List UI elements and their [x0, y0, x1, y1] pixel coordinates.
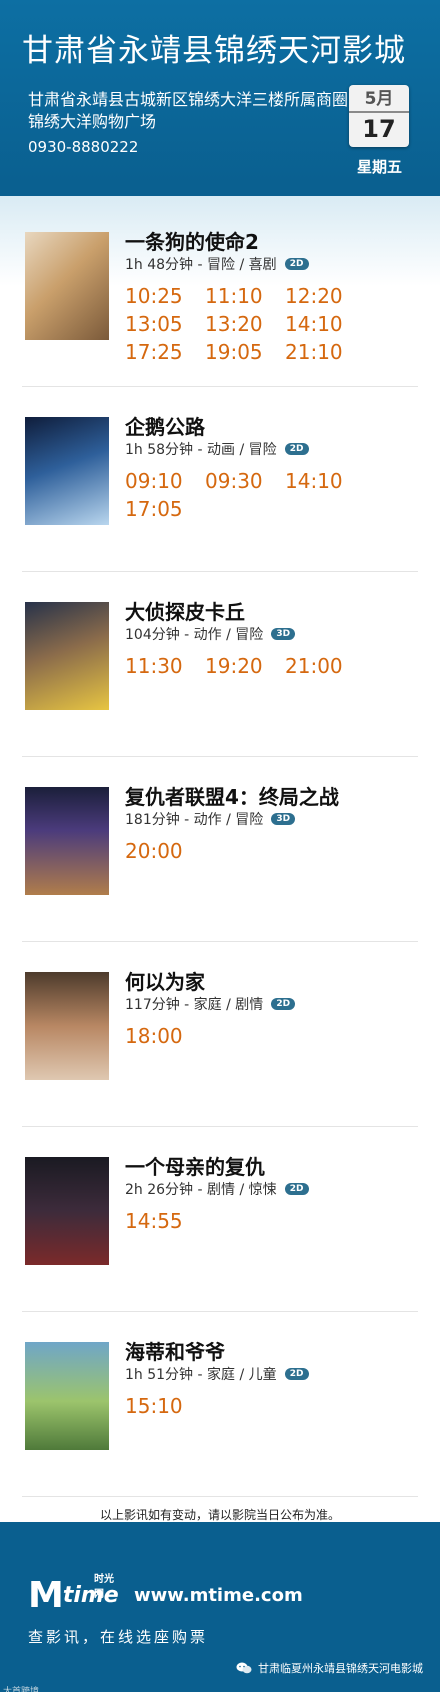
format-badge: 2D — [284, 443, 309, 455]
showtime[interactable]: 11:30 — [125, 652, 205, 680]
date-weekday: 星期五 — [357, 158, 403, 176]
movie-meta-text: 104分钟 - 动作 / 冒险 — [125, 627, 264, 643]
logo-m: M — [28, 1574, 64, 1616]
showtime[interactable]: 09:10 — [125, 467, 205, 495]
movie-meta: 117分钟 - 家庭 / 剧情 2D — [125, 994, 296, 1014]
format-badge: 2D — [284, 258, 309, 270]
format-badge: 2D — [284, 1368, 309, 1380]
showtimes: 10:25 11:10 12:20 13:05 13:20 14:10 17:25 19:05… — [125, 282, 425, 366]
showtime[interactable]: 18:00 — [125, 1022, 205, 1050]
movie-poster[interactable] — [25, 1157, 109, 1265]
movie-item[interactable]: 大侦探皮卡丘 104分钟 - 动作 / 冒险 3D 11:30 19:20 21:00 — [22, 572, 418, 757]
corner-watermark: 大首跨境 — [3, 1687, 40, 1692]
movie-title[interactable]: 大侦探皮卡丘 — [125, 596, 245, 625]
showtimes: 20:00 — [125, 837, 425, 865]
movie-poster[interactable] — [25, 417, 109, 525]
movie-meta-text: 1h 51分钟 - 家庭 / 儿童 — [125, 1367, 277, 1383]
movie-meta-text: 117分钟 - 家庭 / 剧情 — [125, 997, 264, 1013]
showtime[interactable]: 15:10 — [125, 1392, 205, 1420]
showtime[interactable]: 13:05 — [125, 310, 205, 338]
movie-title[interactable]: 企鹅公路 — [125, 411, 205, 440]
movie-item[interactable]: 一个母亲的复仇 2h 26分钟 - 剧情 / 惊悚 2D 14:55 — [22, 1127, 418, 1312]
movie-poster[interactable] — [25, 232, 109, 340]
showtime[interactable]: 21:10 — [285, 338, 365, 366]
movie-meta: 2h 26分钟 - 剧情 / 惊悚 2D — [125, 1179, 309, 1199]
showtimes: 11:30 19:20 21:00 — [125, 652, 425, 680]
showtime[interactable]: 20:00 — [125, 837, 205, 865]
site-link[interactable]: www.mtime.com — [134, 1585, 303, 1606]
showtime[interactable]: 19:20 — [205, 652, 285, 680]
movie-meta-text: 2h 26分钟 - 剧情 / 惊悚 — [125, 1182, 277, 1198]
showtime[interactable]: 21:00 — [285, 652, 365, 680]
footer-slogan: 查影讯，在线选座购票 — [28, 1628, 209, 1646]
showtime[interactable]: 12:20 — [285, 282, 365, 310]
movie-title[interactable]: 一个母亲的复仇 — [125, 1151, 265, 1180]
cinema-header: 甘肃省永靖县锦绣天河影城 甘肃省永靖县古城新区锦绣大洋三楼所属商圈锦绣大洋购物广… — [0, 0, 440, 196]
footer: M time 时光网 www.mtime.com 查影讯，在线选座购票 甘肃临夏… — [0, 1522, 440, 1692]
showtimes: 18:00 — [125, 1022, 425, 1050]
movie-meta-text: 1h 58分钟 - 动画 / 冒险 — [125, 442, 277, 458]
format-badge: 3D — [271, 813, 296, 825]
logo-cn: 时光网 — [94, 1574, 114, 1600]
format-badge: 2D — [271, 998, 296, 1010]
movie-item[interactable]: 复仇者联盟4：终局之战 181分钟 - 动作 / 冒险 3D 20:00 — [22, 757, 418, 942]
footer-edge-divider — [0, 1522, 440, 1530]
showtime[interactable]: 14:10 — [285, 467, 365, 495]
movie-title[interactable]: 一条狗的使命2 — [125, 226, 259, 255]
format-badge: 2D — [284, 1183, 309, 1195]
movie-poster[interactable] — [25, 787, 109, 895]
movie-item[interactable]: 海蒂和爷爷 1h 51分钟 - 家庭 / 儿童 2D 15:10 — [22, 1312, 418, 1497]
movie-meta-text: 181分钟 - 动作 / 冒险 — [125, 812, 264, 828]
showtime[interactable]: 17:25 — [125, 338, 205, 366]
showtime[interactable]: 14:55 — [125, 1207, 205, 1235]
movie-meta: 1h 48分钟 - 冒险 / 喜剧 2D — [125, 254, 309, 274]
movie-meta-text: 1h 48分钟 - 冒险 / 喜剧 — [125, 257, 277, 273]
showtimes: 09:10 09:30 14:10 17:05 — [125, 467, 425, 523]
movie-title[interactable]: 复仇者联盟4：终局之战 — [125, 781, 339, 810]
format-badge: 3D — [271, 628, 296, 640]
movie-title[interactable]: 海蒂和爷爷 — [125, 1336, 225, 1365]
calendar-date-icon: 5月 17 — [349, 85, 409, 147]
movie-poster[interactable] — [25, 602, 109, 710]
mtime-logo[interactable]: M time 时光网 — [28, 1574, 119, 1616]
showtime[interactable]: 11:10 — [205, 282, 285, 310]
wechat-icon — [236, 1662, 252, 1674]
showtime[interactable]: 13:20 — [205, 310, 285, 338]
watermark-text: 甘肃临夏州永靖县锦绣天河电影城 — [258, 1662, 423, 1675]
showtime[interactable]: 10:25 — [125, 282, 205, 310]
movie-poster[interactable] — [25, 972, 109, 1080]
wechat-watermark: 甘肃临夏州永靖县锦绣天河电影城 — [236, 1660, 423, 1676]
movie-item[interactable]: 一条狗的使命2 1h 48分钟 - 冒险 / 喜剧 2D 10:25 11:10 12:2… — [22, 202, 418, 387]
movie-meta: 104分钟 - 动作 / 冒险 3D — [125, 624, 296, 644]
showtime[interactable]: 14:10 — [285, 310, 365, 338]
movie-poster[interactable] — [25, 1342, 109, 1450]
showtimes: 14:55 — [125, 1207, 425, 1235]
showtimes: 15:10 — [125, 1392, 425, 1420]
cinema-name: 甘肃省永靖县锦绣天河影城 — [22, 33, 406, 69]
showtime[interactable]: 19:05 — [205, 338, 285, 366]
movie-meta: 181分钟 - 动作 / 冒险 3D — [125, 809, 296, 829]
date-day: 17 — [362, 115, 396, 143]
showtime[interactable]: 09:30 — [205, 467, 285, 495]
showtime[interactable]: 17:05 — [125, 495, 205, 523]
cinema-address: 甘肃省永靖县古城新区锦绣大洋三楼所属商圈锦绣大洋购物广场 — [28, 90, 349, 131]
movie-item[interactable]: 企鹅公路 1h 58分钟 - 动画 / 冒险 2D 09:10 09:30 14:10 17… — [22, 387, 418, 572]
date-month: 5月 — [349, 85, 409, 113]
movie-meta: 1h 58分钟 - 动画 / 冒险 2D — [125, 439, 309, 459]
movie-title[interactable]: 何以为家 — [125, 966, 205, 995]
movie-item[interactable]: 何以为家 117分钟 - 家庭 / 剧情 2D 18:00 — [22, 942, 418, 1127]
movie-meta: 1h 51分钟 - 家庭 / 儿童 2D — [125, 1364, 309, 1384]
cinema-phone[interactable]: 0930-8880222 — [28, 138, 138, 156]
